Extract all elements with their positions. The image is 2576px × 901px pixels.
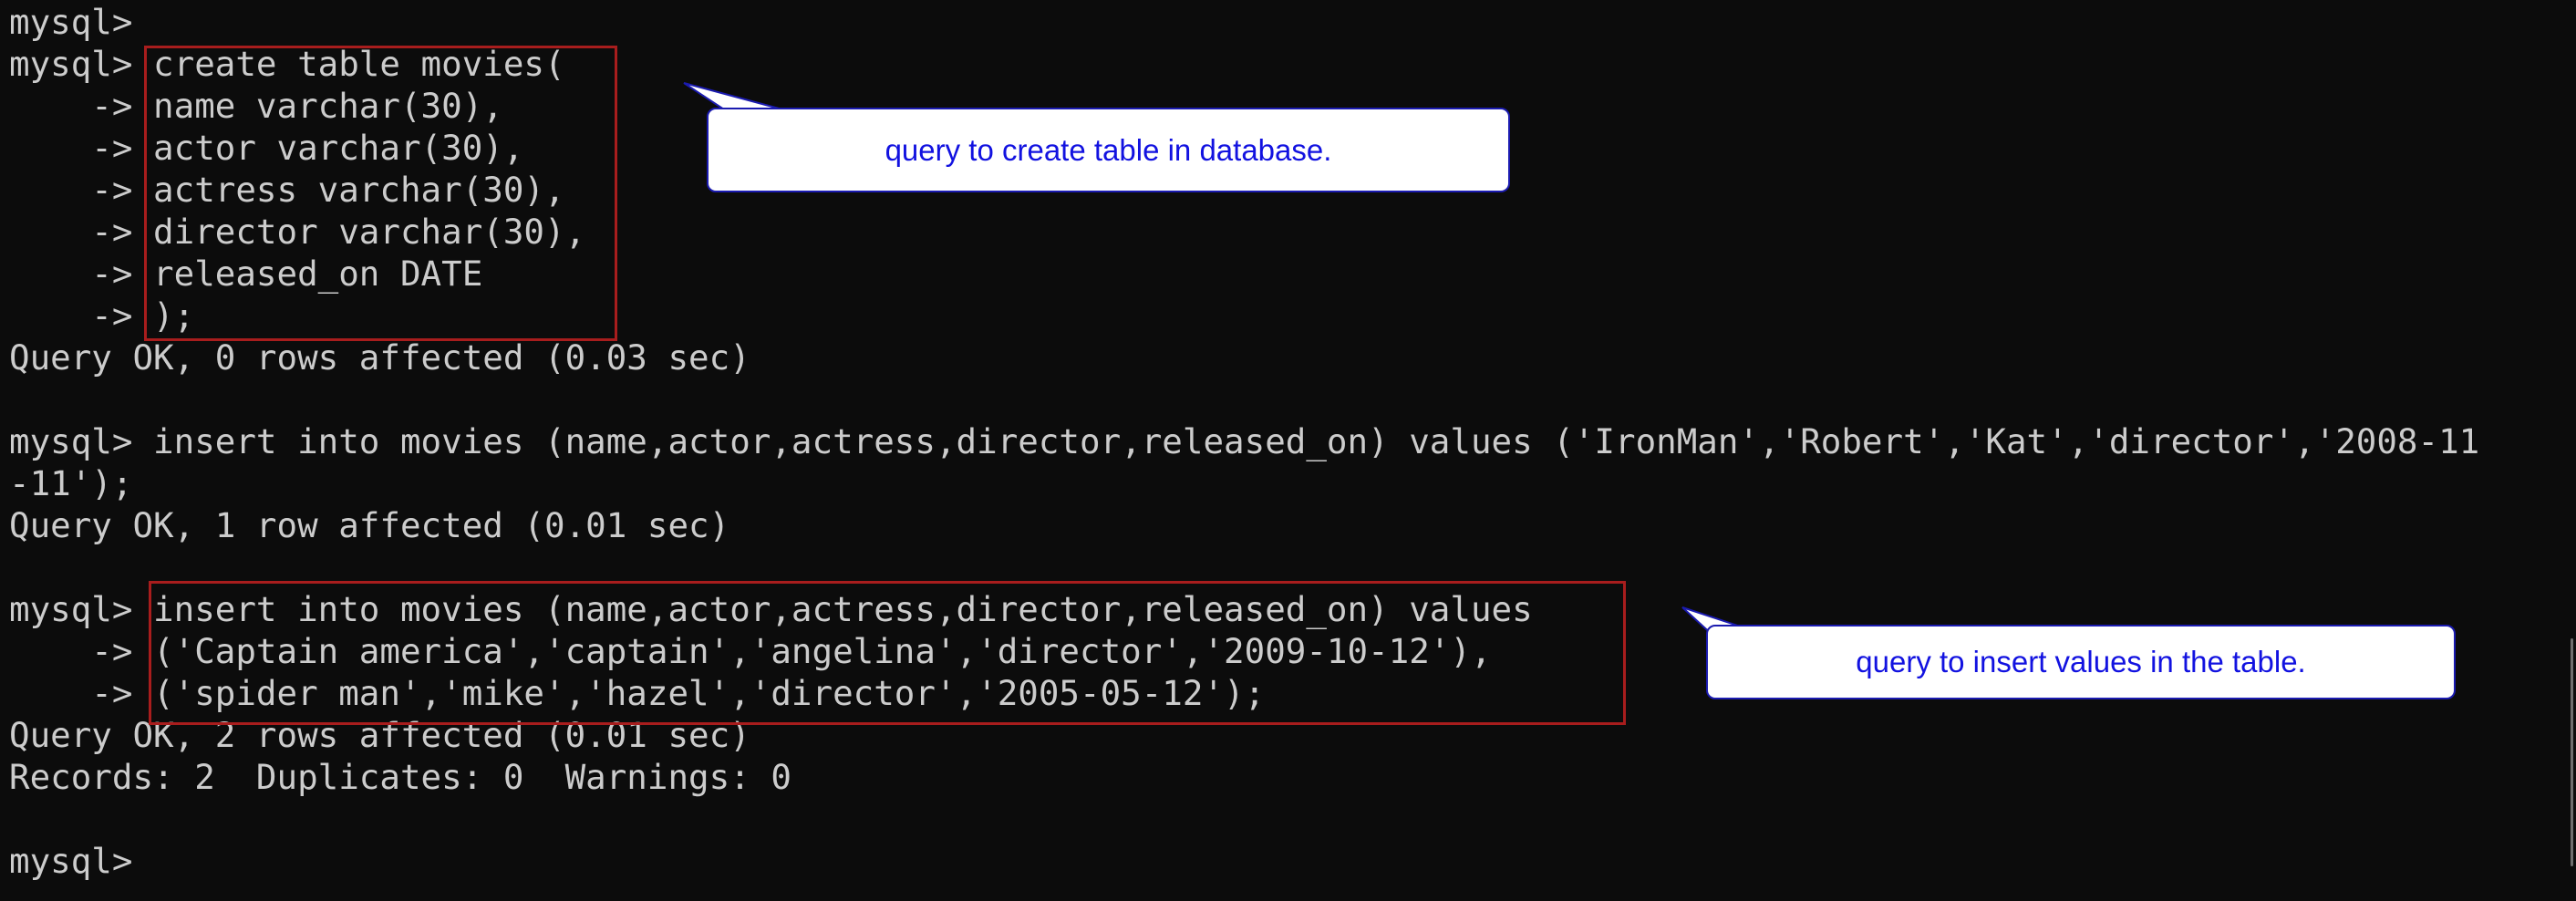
insert-values-callout: query to insert values in the table. xyxy=(1706,625,2456,699)
terminal-line: Records: 2 Duplicates: 0 Warnings: 0 xyxy=(9,757,791,797)
terminal-window[interactable]: mysql> mysql> create table movies( -> na… xyxy=(0,0,2576,901)
scrollbar-thumb[interactable] xyxy=(2571,638,2573,866)
insert-values-callout-text: query to insert values in the table. xyxy=(1856,645,2306,678)
terminal-line: Query OK, 1 row affected (0.01 sec) xyxy=(9,505,730,545)
create-table-callout-text: query to create table in database. xyxy=(885,132,1332,167)
terminal-line: mysql> xyxy=(9,841,133,881)
create-table-highlight-box xyxy=(144,46,617,341)
terminal-line: mysql> xyxy=(9,2,133,42)
vertical-scrollbar[interactable] xyxy=(2563,0,2576,901)
create-table-callout: query to create table in database. xyxy=(707,108,1510,192)
terminal-line: mysql> insert into movies (name,actor,ac… xyxy=(9,421,2480,461)
terminal-line: -11'); xyxy=(9,463,133,503)
terminal-line: Query OK, 0 rows affected (0.03 sec) xyxy=(9,337,750,378)
insert-values-highlight-box xyxy=(149,581,1626,725)
